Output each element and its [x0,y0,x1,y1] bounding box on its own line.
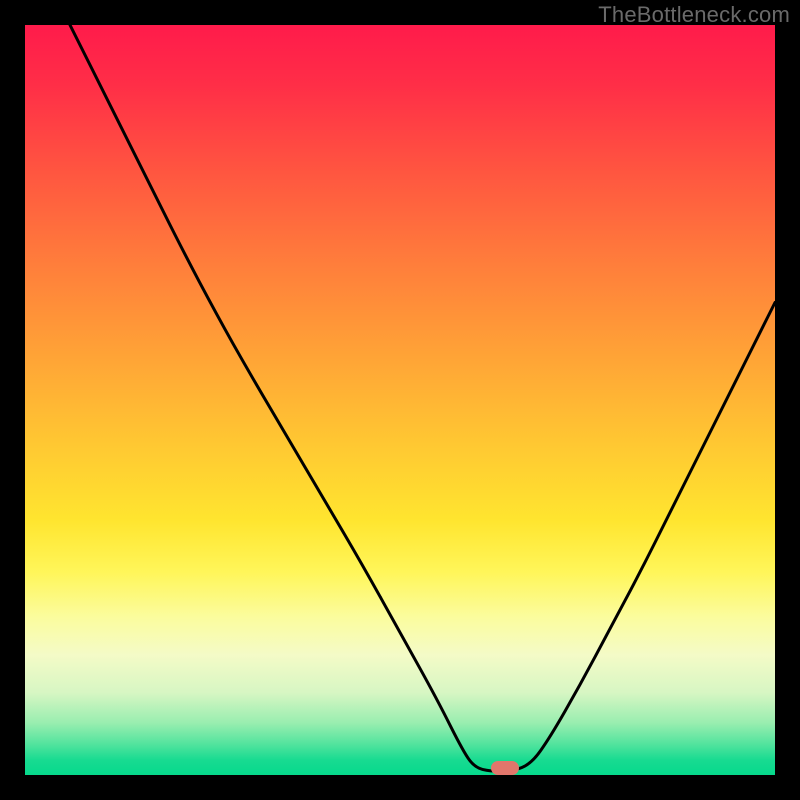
watermark-text: TheBottleneck.com [598,2,790,28]
bottleneck-curve [70,25,775,771]
optimal-marker [491,761,519,775]
chart-frame: TheBottleneck.com [0,0,800,800]
plot-area [25,25,775,775]
curve-svg [25,25,775,775]
